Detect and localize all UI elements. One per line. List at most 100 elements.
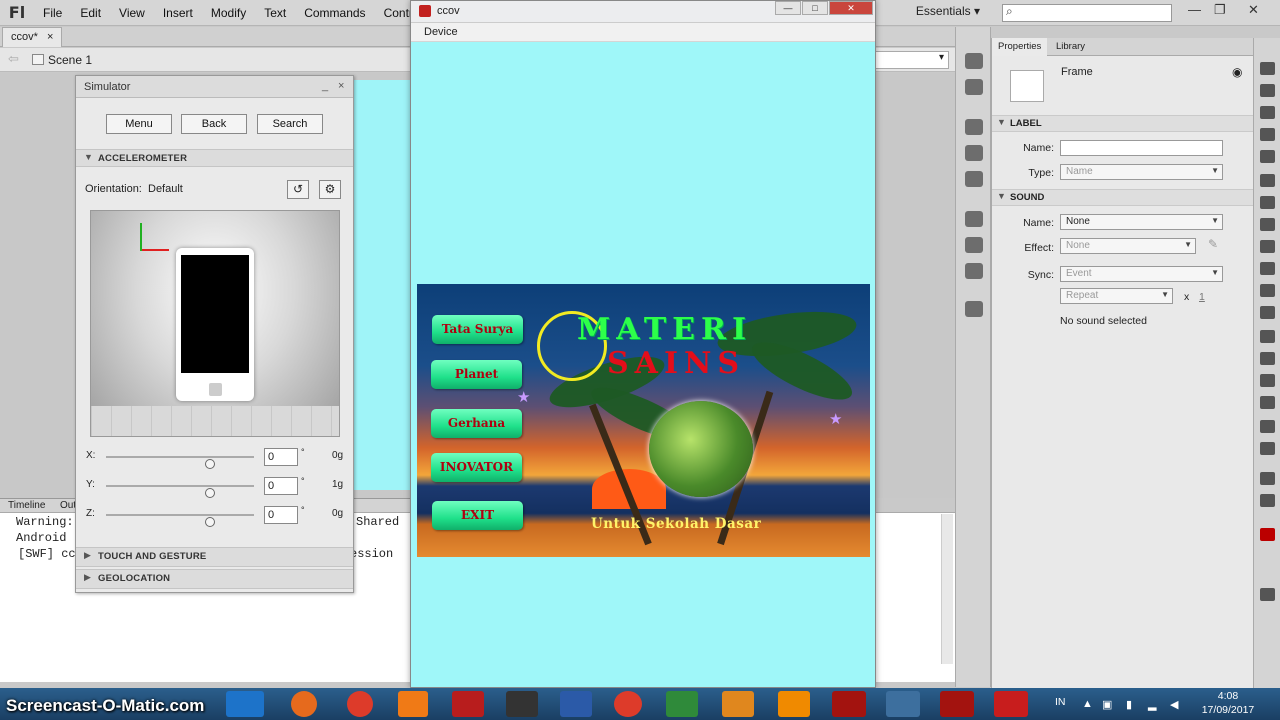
brush-tool-icon[interactable] — [1260, 284, 1275, 297]
adobe-air-icon[interactable] — [994, 691, 1028, 717]
close-icon[interactable]: × — [338, 80, 344, 92]
close-icon[interactable]: × — [47, 31, 53, 43]
deco-tool-icon[interactable] — [1260, 306, 1275, 319]
y-slider[interactable] — [106, 485, 254, 498]
sound-name-dropdown[interactable]: None ▼ — [1060, 214, 1223, 230]
tab-library[interactable]: Library — [1050, 38, 1091, 56]
repeat-dropdown[interactable]: Repeat ▼ — [1060, 288, 1173, 304]
paint-bucket-icon[interactable] — [1260, 352, 1275, 365]
rectangle-tool-icon[interactable] — [1260, 240, 1275, 253]
pen-icon[interactable] — [1260, 174, 1275, 187]
subselection-tool-icon[interactable] — [1260, 84, 1275, 97]
workspace-switcher[interactable]: Essentials ▾ — [916, 4, 980, 18]
planet-button[interactable]: Planet — [431, 360, 522, 389]
inovator-button[interactable]: INOVATOR — [431, 453, 522, 482]
selection-tool-icon[interactable] — [1260, 62, 1275, 75]
menu-commands[interactable]: Commands — [295, 6, 374, 20]
geolocation-section[interactable]: ▶ GEOLOCATION — [76, 569, 353, 589]
close-icon[interactable]: ✕ — [1248, 2, 1259, 18]
repeat-count[interactable]: 1 — [1199, 291, 1205, 303]
line-tool-icon[interactable] — [1260, 218, 1275, 231]
color-icon[interactable] — [965, 53, 983, 69]
components-icon[interactable] — [965, 237, 983, 253]
eraser-icon[interactable] — [1260, 396, 1275, 409]
battery-icon[interactable]: ▮ — [1126, 698, 1132, 711]
signal-icon[interactable]: ▂ — [1148, 698, 1156, 711]
x-value-input[interactable]: 0 — [264, 448, 298, 466]
transform-icon[interactable] — [965, 171, 983, 187]
align-icon[interactable] — [965, 119, 983, 135]
type-dropdown[interactable]: Name ▼ — [1060, 164, 1223, 180]
tab-properties[interactable]: Properties — [992, 38, 1048, 56]
search-button[interactable]: Search — [257, 114, 323, 134]
stroke-color-icon[interactable] — [1260, 472, 1275, 485]
exit-button[interactable]: EXIT — [432, 501, 523, 530]
back-arrow-icon[interactable]: ⇦ — [8, 51, 19, 67]
y-slider-knob[interactable] — [205, 488, 215, 498]
help-search-input[interactable]: ⌕ — [1002, 4, 1172, 22]
chrome-icon[interactable] — [614, 691, 642, 717]
swatches-icon[interactable] — [965, 79, 983, 95]
clock-time[interactable]: 4:08 — [1207, 690, 1249, 702]
simulator-titlebar[interactable]: Simulator _ × — [76, 76, 353, 98]
menu-text[interactable]: Text — [255, 6, 295, 20]
menu-device[interactable]: Device — [424, 26, 458, 38]
app-icon[interactable] — [398, 691, 428, 717]
inkscape-icon[interactable] — [506, 691, 538, 717]
volume-icon[interactable]: ◀ — [1170, 698, 1178, 711]
media-player-icon[interactable] — [722, 691, 754, 717]
network-icon[interactable]: ▣ — [1102, 698, 1112, 711]
touch-gesture-section[interactable]: ▶ TOUCH AND GESTURE — [76, 547, 353, 567]
tab-timeline[interactable]: Timeline — [8, 500, 45, 511]
clock-date[interactable]: 17/09/2017 — [1196, 704, 1260, 716]
frame-name-input[interactable] — [1060, 140, 1223, 156]
maximize-icon[interactable]: □ — [802, 1, 828, 15]
intel-xdk-icon[interactable] — [226, 691, 264, 717]
hand-tool-icon[interactable] — [1260, 420, 1275, 433]
lasso-icon[interactable] — [1260, 150, 1275, 163]
accelerometer-section[interactable]: ▼ ACCELEROMETER — [76, 149, 353, 167]
rotate-icon[interactable]: ↺ — [287, 180, 309, 199]
zoom-dropdown[interactable]: ▾ — [873, 51, 949, 69]
tray-arrow-icon[interactable]: ▲ — [1082, 698, 1093, 710]
text-tool-icon[interactable] — [1260, 196, 1275, 209]
device-3d-viewport[interactable] — [90, 210, 340, 437]
menu-edit[interactable]: Edit — [71, 6, 110, 20]
acrobat-icon[interactable] — [452, 691, 484, 717]
maximize-icon[interactable]: ❐ — [1214, 2, 1226, 18]
document-tab[interactable]: ccov* × — [2, 27, 63, 47]
back-button[interactable]: Back — [181, 114, 247, 134]
menu-modify[interactable]: Modify — [202, 6, 255, 20]
z-value-input[interactable]: 0 — [264, 506, 298, 524]
menu-button[interactable]: Menu — [106, 114, 172, 134]
globe-app-icon[interactable] — [666, 691, 698, 717]
info-icon[interactable] — [965, 145, 983, 161]
output-scrollbar[interactable] — [941, 514, 953, 664]
language-indicator[interactable]: IN — [1055, 696, 1066, 708]
tab-output[interactable]: Out — [60, 500, 76, 511]
chrome-icon[interactable] — [347, 691, 373, 717]
free-transform-icon[interactable] — [1260, 106, 1275, 119]
firefox-icon[interactable] — [291, 691, 317, 717]
fill-swatch[interactable] — [1260, 528, 1275, 541]
flash-icon[interactable] — [832, 691, 866, 717]
x-slider-knob[interactable] — [205, 459, 215, 469]
menu-file[interactable]: File — [34, 6, 71, 20]
sound-section[interactable]: ▼ SOUND — [992, 189, 1254, 206]
close-icon[interactable]: ✕ — [829, 1, 873, 15]
pencil-icon[interactable]: ✎ — [1208, 237, 1218, 251]
bone-tool-icon[interactable] — [1260, 330, 1275, 343]
minimize-icon[interactable]: — — [775, 1, 801, 15]
device-titlebar[interactable]: ccov — □ ✕ — [411, 1, 875, 23]
eyedropper-icon[interactable] — [1260, 374, 1275, 387]
snap-icon[interactable] — [1260, 588, 1275, 601]
sync-dropdown[interactable]: Event ▼ — [1060, 266, 1223, 282]
projects-icon[interactable] — [965, 301, 983, 317]
word-icon[interactable] — [560, 691, 592, 717]
snipping-tool-icon[interactable] — [886, 691, 920, 717]
zoom-tool-icon[interactable] — [1260, 442, 1275, 455]
fill-color-icon[interactable] — [1260, 494, 1275, 507]
vlc-icon[interactable] — [778, 691, 810, 717]
menu-insert[interactable]: Insert — [154, 6, 202, 20]
label-section[interactable]: ▼ LABEL — [992, 115, 1254, 132]
